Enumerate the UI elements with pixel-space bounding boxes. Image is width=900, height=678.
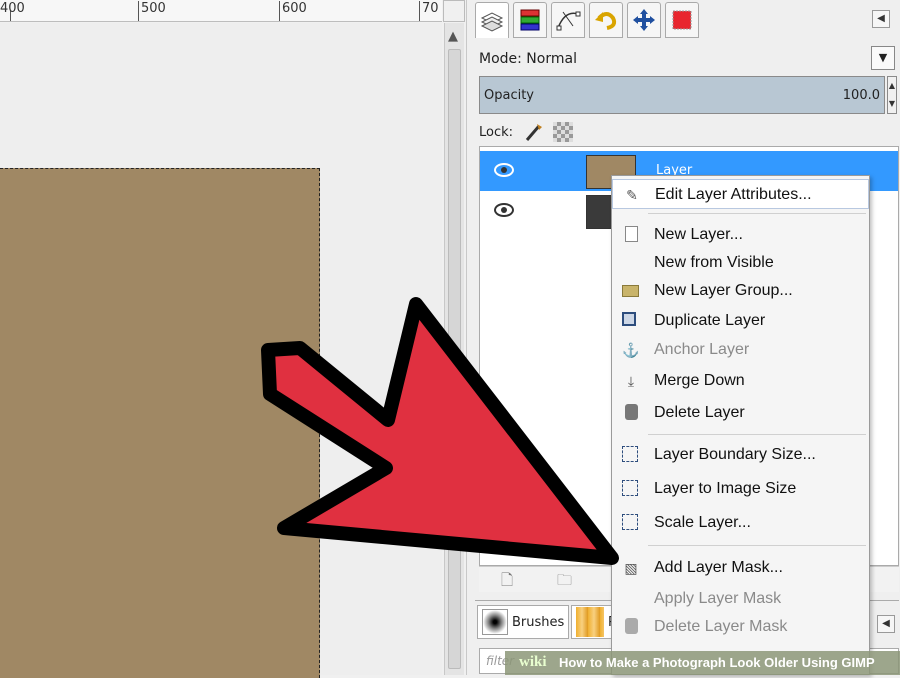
menu-separator bbox=[648, 434, 866, 435]
layer-context-menu: ✎ Edit Layer Attributes... New Layer... … bbox=[611, 175, 870, 675]
opacity-slider[interactable]: Opacity 100.0 bbox=[479, 76, 885, 114]
lock-alpha-icon[interactable] bbox=[553, 122, 574, 142]
opacity-value: 100.0 bbox=[842, 88, 880, 103]
undo-icon[interactable] bbox=[589, 2, 623, 38]
dock-tabs bbox=[475, 2, 699, 42]
menu-item-layer-boundary-size[interactable]: Layer Boundary Size... bbox=[612, 440, 869, 470]
layers-icon[interactable] bbox=[475, 2, 509, 38]
navigate-icon[interactable] bbox=[443, 0, 465, 22]
menu-item-scale-layer[interactable]: Scale Layer... bbox=[612, 508, 869, 538]
mode-label: Mode: Normal bbox=[479, 51, 577, 67]
dock-menu-button[interactable]: ◀ bbox=[872, 10, 890, 28]
opacity-label: Opacity bbox=[484, 88, 535, 103]
paths-icon[interactable] bbox=[551, 2, 585, 38]
opacity-spin-buttons[interactable]: ▲ ▼ bbox=[887, 76, 897, 114]
channels-icon[interactable] bbox=[513, 2, 547, 38]
ruler-tick bbox=[419, 1, 420, 21]
menu-item-duplicate-layer[interactable]: Duplicate Layer bbox=[612, 306, 869, 336]
ruler-label-500: 500 bbox=[141, 1, 166, 16]
edit-attributes-icon: ✎ bbox=[626, 186, 638, 203]
ruler-label-700: 70 bbox=[422, 1, 439, 16]
menu-item-delete-layer-mask[interactable]: Delete Layer Mask bbox=[612, 612, 869, 642]
menu-separator bbox=[648, 213, 866, 214]
lock-row: Lock: bbox=[479, 122, 574, 142]
scroll-up-icon[interactable]: ▲ bbox=[448, 29, 458, 44]
banner-caption: How to Make a Photograph Look Older Usin… bbox=[559, 655, 875, 670]
ruler-tick bbox=[279, 1, 280, 21]
menu-item-new-layer-group[interactable]: New Layer Group... bbox=[612, 276, 869, 306]
eye-icon[interactable] bbox=[494, 203, 514, 217]
tab-brushes[interactable]: Brushes bbox=[477, 605, 570, 639]
brush-icon bbox=[482, 609, 508, 635]
new-layer-icon bbox=[625, 226, 638, 242]
menu-item-anchor-layer[interactable]: ⚓ Anchor Layer bbox=[612, 335, 869, 365]
tab-brushes-label: Brushes bbox=[512, 614, 565, 630]
wikihow-banner: wiki How to Make a Photograph Look Older… bbox=[505, 651, 900, 675]
red-arrow-graphic bbox=[261, 297, 619, 565]
ruler-label-600: 600 bbox=[282, 1, 307, 16]
ruler-label-400: 400 bbox=[0, 1, 25, 16]
trash-icon bbox=[625, 618, 638, 634]
panel-menu-button[interactable]: ◀ bbox=[877, 615, 895, 633]
menu-item-new-layer[interactable]: New Layer... bbox=[612, 220, 869, 250]
menu-item-edit-layer-attributes[interactable]: ✎ Edit Layer Attributes... bbox=[612, 179, 869, 209]
menu-item-new-from-visible[interactable]: New from Visible bbox=[612, 248, 869, 278]
mode-row[interactable]: Mode: Normal ▼ bbox=[479, 46, 895, 70]
ruler-tick bbox=[138, 1, 139, 21]
menu-item-delete-layer[interactable]: Delete Layer bbox=[612, 398, 869, 428]
menu-item-apply-layer-mask[interactable]: Apply Layer Mask bbox=[612, 584, 869, 614]
wikihow-logo: wiki bbox=[519, 654, 547, 670]
eye-icon[interactable] bbox=[494, 163, 514, 177]
colors-icon[interactable] bbox=[665, 2, 699, 38]
lock-label: Lock: bbox=[479, 124, 514, 140]
menu-item-merge-down[interactable]: ⤓ Merge Down bbox=[612, 366, 869, 396]
menu-item-layer-to-image-size[interactable]: Layer to Image Size bbox=[612, 474, 869, 504]
horizontal-ruler[interactable]: 400 500 600 70 bbox=[0, 0, 442, 22]
pattern-icon bbox=[576, 607, 604, 637]
mode-dropdown-button[interactable]: ▼ bbox=[871, 46, 895, 70]
menu-separator bbox=[648, 545, 866, 546]
lock-pixels-brush-icon[interactable] bbox=[523, 122, 543, 142]
move-icon[interactable] bbox=[627, 2, 661, 38]
menu-item-add-layer-mask[interactable]: ▧ Add Layer Mask... bbox=[612, 553, 869, 583]
